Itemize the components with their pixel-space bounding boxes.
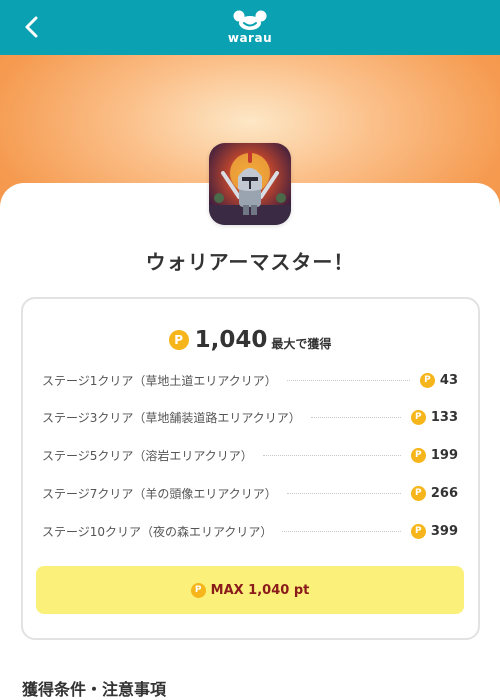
point-coin-icon: P	[410, 447, 426, 463]
step-points-value: 266	[430, 485, 458, 501]
total-points: 1,040	[194, 327, 268, 353]
step-label: ステージ7クリア（羊の頭像エリアクリア）	[42, 486, 277, 501]
knight-app-icon	[209, 143, 291, 225]
max-points-banner: P MAX 1,040 pt	[36, 566, 464, 614]
dotted-leader	[282, 530, 401, 532]
top-bar: warau	[0, 0, 500, 55]
reward-step-row: ステージ3クリア（草地舗装道路エリアクリア） P 133	[42, 406, 458, 428]
step-label: ステージ1クリア（草地土道エリアクリア）	[42, 373, 277, 388]
conditions-heading: 獲得条件・注意事項	[22, 680, 167, 699]
step-points: P 199	[410, 447, 458, 463]
dotted-leader	[286, 379, 410, 381]
point-coin-icon: P	[410, 523, 426, 539]
back-button[interactable]	[18, 12, 48, 42]
dotted-leader	[262, 454, 401, 456]
total-reward: P 1,040 最大で獲得	[0, 324, 500, 356]
reward-step-row: ステージ7クリア（羊の頭像エリアクリア） P 266	[42, 482, 458, 504]
step-points-value: 399	[430, 523, 458, 539]
step-label: ステージ5クリア（溶岩エリアクリア）	[42, 448, 253, 463]
point-coin-icon: P	[419, 372, 435, 388]
step-label: ステージ10クリア（夜の森エリアクリア）	[42, 524, 273, 539]
dotted-leader	[286, 492, 401, 494]
point-coin-icon: P	[410, 485, 426, 501]
step-points: P 43	[419, 372, 458, 388]
brand-name: warau	[227, 31, 273, 45]
step-points-value: 199	[430, 447, 458, 463]
dotted-leader	[310, 416, 401, 418]
app-title: ウォリアーマスター！	[145, 250, 355, 274]
step-points-value: 133	[430, 409, 458, 425]
point-coin-icon: P	[410, 409, 426, 425]
step-label: ステージ3クリア（草地舗装道路エリアクリア）	[42, 410, 301, 425]
warau-logo[interactable]: warau	[222, 9, 278, 49]
total-suffix: 最大で獲得	[271, 336, 332, 351]
step-points: P 399	[410, 523, 458, 539]
max-points-label: MAX 1,040 pt	[210, 582, 310, 598]
reward-step-row: ステージ1クリア（草地土道エリアクリア） P 43	[42, 369, 458, 391]
app-icon	[209, 143, 291, 225]
step-points: P 266	[410, 485, 458, 501]
logo-mark-icon	[233, 10, 267, 30]
reward-step-row: ステージ10クリア（夜の森エリアクリア） P 399	[42, 520, 458, 542]
point-coin-icon: P	[190, 582, 206, 598]
step-points-value: 43	[439, 372, 458, 388]
chevron-left-icon	[25, 16, 38, 38]
point-coin-icon: P	[168, 330, 189, 350]
reward-step-row: ステージ5クリア（溶岩エリアクリア） P 199	[42, 444, 458, 466]
step-points: P 133	[410, 409, 458, 425]
